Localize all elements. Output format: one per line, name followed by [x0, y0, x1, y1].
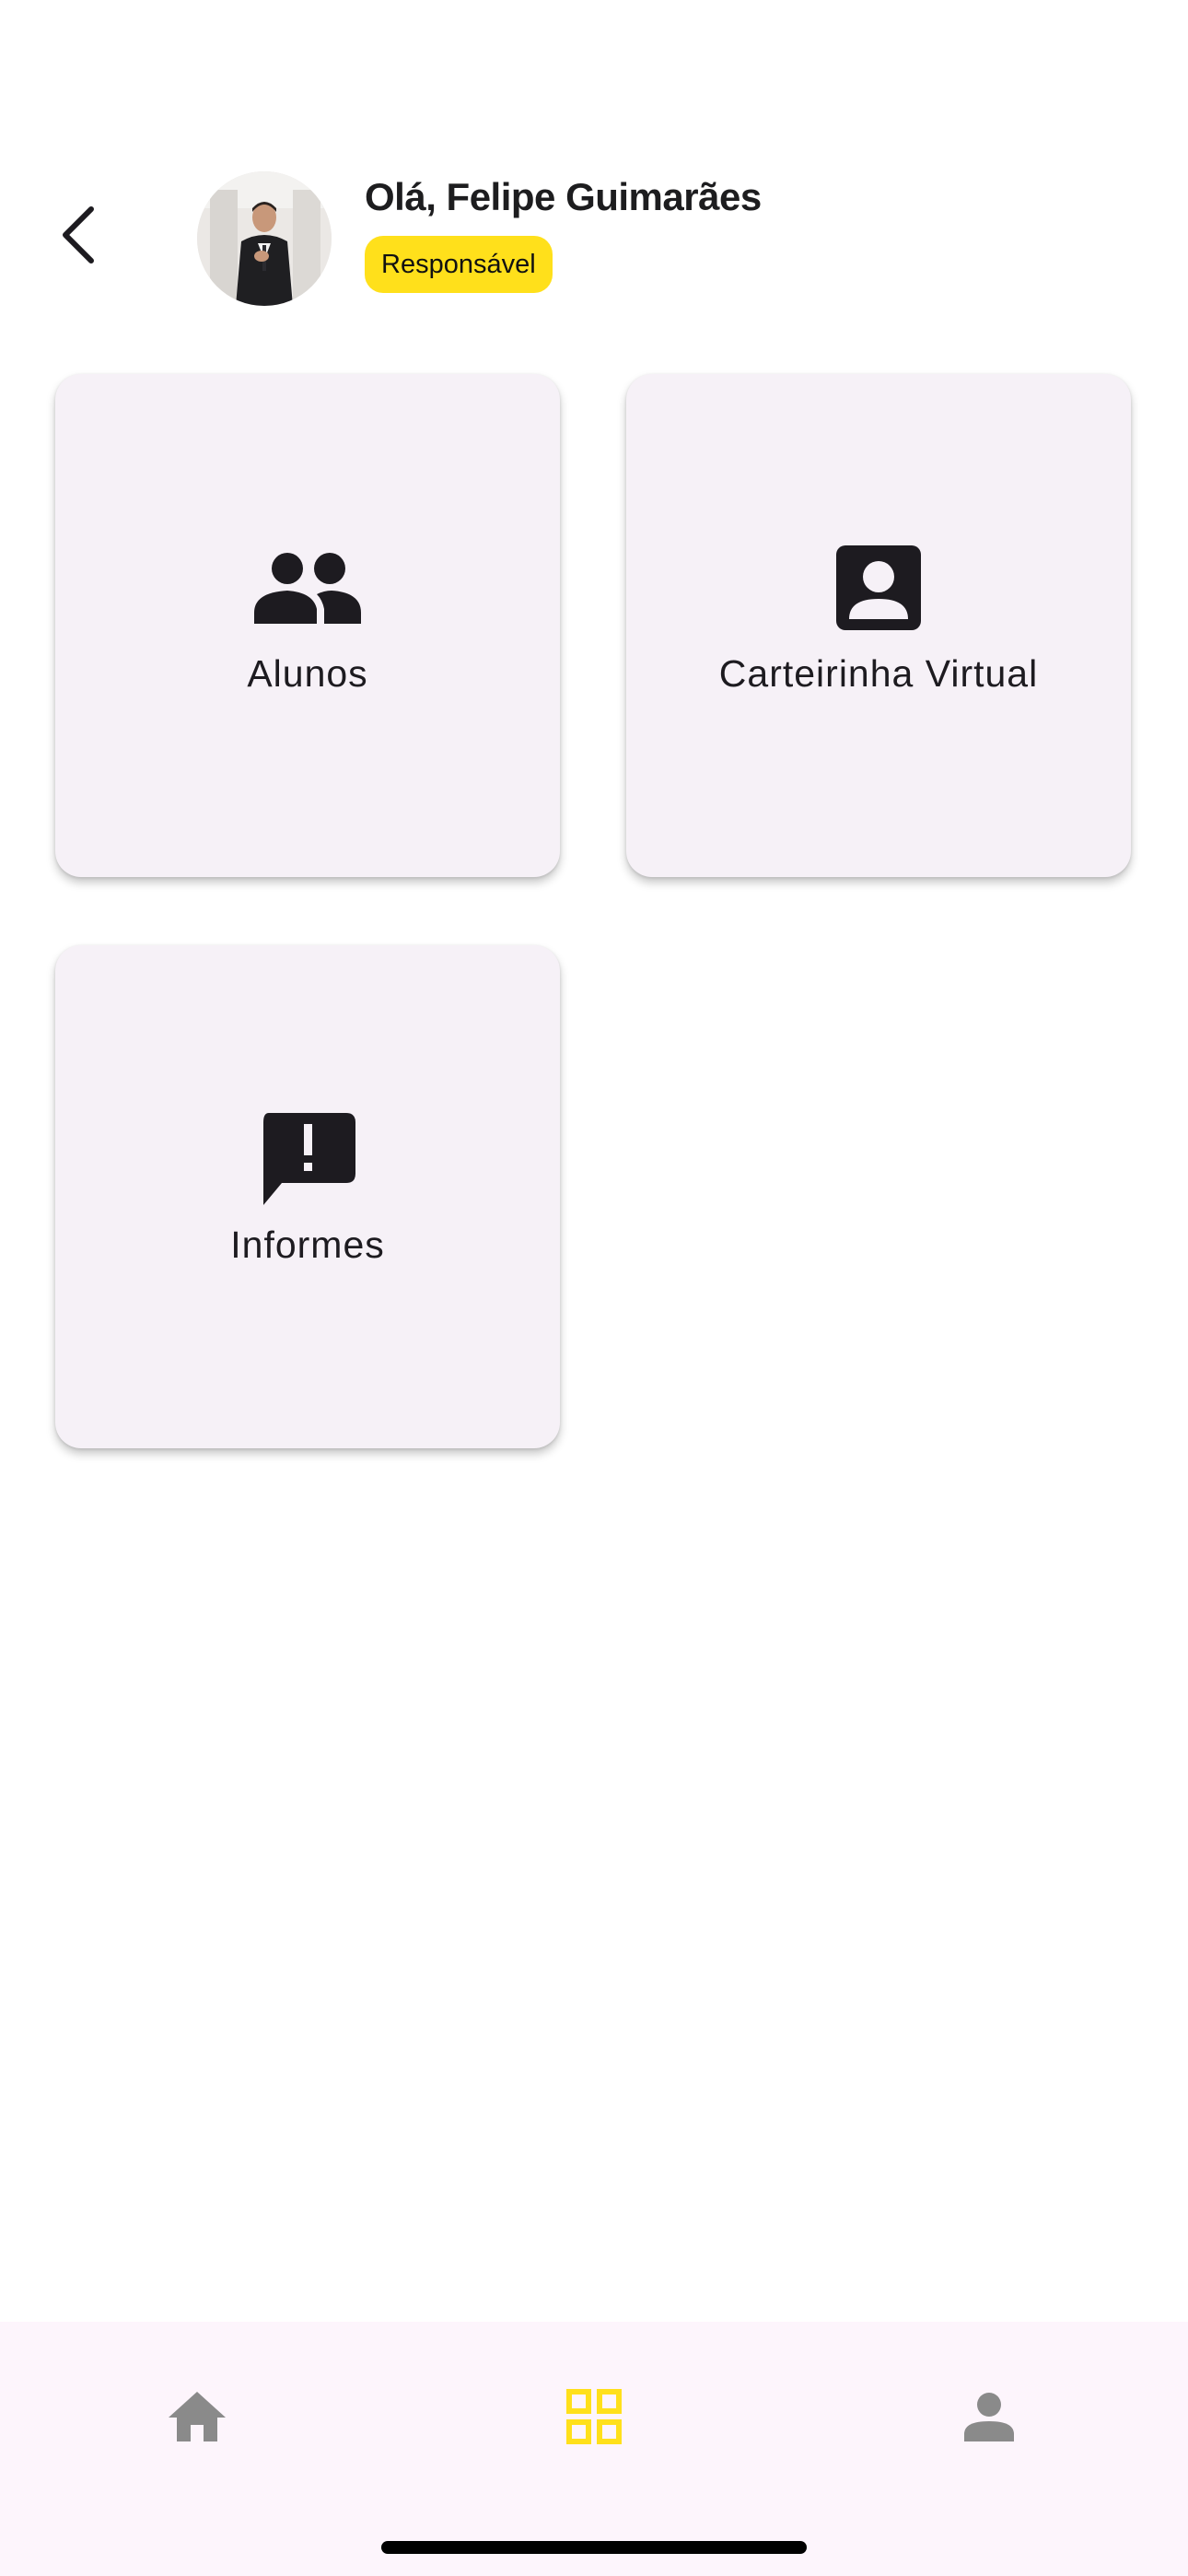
status-bar	[0, 0, 1188, 147]
home-icon	[169, 2391, 226, 2446]
card-label: Alunos	[247, 652, 368, 695]
card-label: Carteirinha Virtual	[718, 652, 1039, 695]
people-icon	[252, 544, 363, 632]
role-badge: Responsável	[365, 236, 553, 293]
back-button[interactable]	[46, 195, 111, 278]
bottom-navigation	[0, 2322, 1188, 2576]
nav-apps[interactable]	[539, 2368, 649, 2469]
announcement-icon	[252, 1113, 363, 1205]
greeting-title: Olá, Felipe Guimarães	[365, 175, 762, 218]
card-carteirinha-virtual[interactable]: Carteirinha Virtual	[626, 374, 1131, 877]
account-box-icon	[823, 544, 934, 632]
nav-home[interactable]	[142, 2368, 252, 2469]
card-alunos[interactable]: Alunos	[55, 374, 560, 877]
grid-view-icon	[566, 2388, 622, 2449]
avatar[interactable]	[197, 171, 332, 306]
card-informes[interactable]: Informes	[55, 945, 560, 1448]
card-label: Informes	[230, 1224, 385, 1266]
home-indicator[interactable]	[381, 2541, 807, 2554]
chevron-left-icon	[60, 205, 97, 269]
nav-profile[interactable]	[934, 2368, 1044, 2469]
person-icon	[964, 2392, 1014, 2446]
